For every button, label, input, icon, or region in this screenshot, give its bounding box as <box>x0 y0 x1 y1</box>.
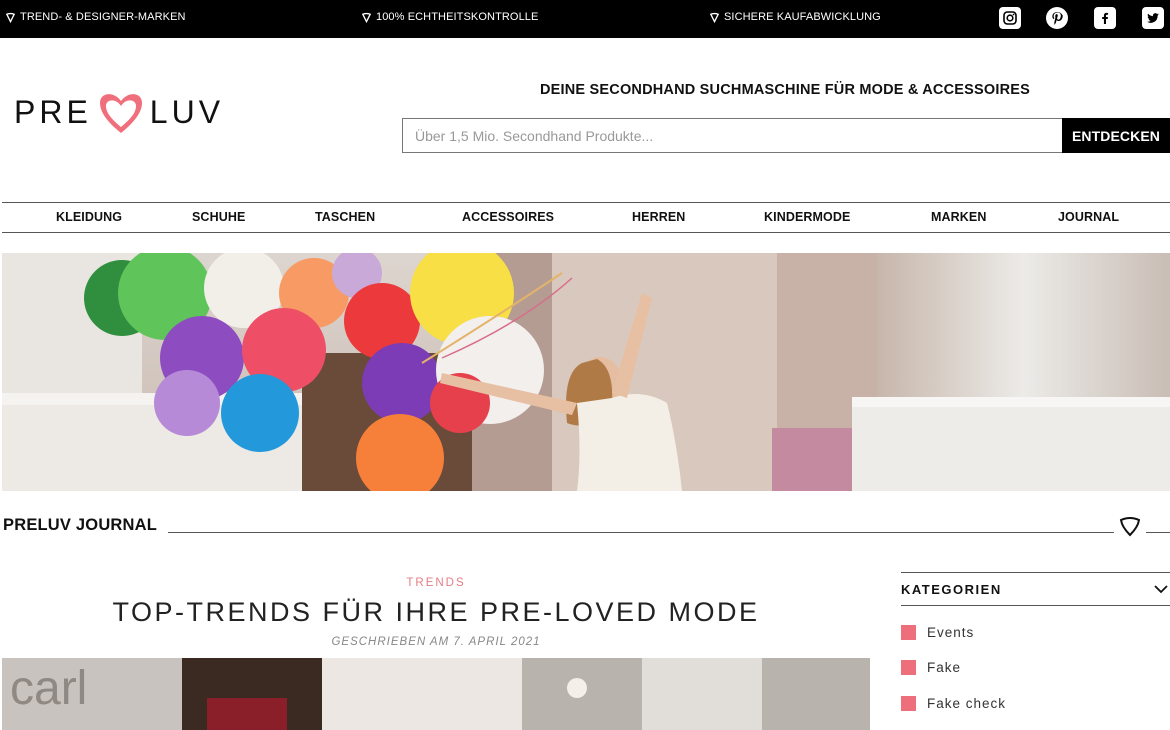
usp-item-secure: SICHERE KAUFABWICKLUNG <box>709 11 881 23</box>
pinterest-icon[interactable] <box>1046 7 1068 29</box>
nav-item-journal[interactable]: JOURNAL <box>1058 210 1119 224</box>
article-category[interactable]: TRENDS <box>0 577 872 589</box>
category-item[interactable]: Fake <box>901 658 961 676</box>
hero-banner[interactable] <box>2 253 1170 491</box>
nav-item-taschen[interactable]: TASCHEN <box>315 210 375 224</box>
divider-line <box>168 532 1114 533</box>
usp-label: TREND- & DESIGNER-MARKEN <box>20 11 186 23</box>
heart-logo-icon <box>99 94 142 133</box>
usp-item-authenticity: 100% ECHTHEITSKONTROLLE <box>361 11 538 23</box>
heart-icon <box>361 12 372 23</box>
logo-text-right: LUV <box>149 93 225 130</box>
article-date: GESCHRIEBEN AM 7. APRIL 2021 <box>331 636 541 648</box>
categories-title: KATEGORIEN <box>901 582 1002 597</box>
usp-label: SICHERE KAUFABWICKLUNG <box>724 11 881 23</box>
heart-icon <box>709 12 720 23</box>
category-item[interactable]: Fake check <box>901 694 1006 712</box>
hero-image <box>2 253 1170 491</box>
nav-item-marken[interactable]: MARKEN <box>931 210 986 224</box>
categories-header[interactable]: KATEGORIEN <box>901 572 1170 606</box>
category-marker <box>901 695 916 711</box>
site-logo[interactable]: PRE LUV <box>14 88 224 136</box>
search-input[interactable] <box>402 118 1062 153</box>
usp-label: 100% ECHTHEITSKONTROLLE <box>376 11 539 23</box>
facebook-icon[interactable] <box>1094 7 1116 29</box>
article-title[interactable]: TOP-TRENDS FÜR IHRE PRE-LOVED MODE <box>0 597 872 628</box>
logo-text-left: PRE <box>14 93 92 130</box>
nav-item-kleidung[interactable]: KLEIDUNG <box>56 210 122 224</box>
nav-item-schuhe[interactable]: SCHUHE <box>192 210 245 224</box>
svg-text:carl: carl <box>10 662 87 715</box>
site-tagline: DEINE SECONDHAND SUCHMASCHINE FÜR MODE &… <box>539 82 1030 98</box>
category-item[interactable]: Events <box>901 623 974 641</box>
top-bar: TREND- & DESIGNER-MARKEN 100% ECHTHEITSK… <box>0 0 1170 38</box>
category-label: Fake check <box>927 695 1007 711</box>
twitter-icon[interactable] <box>1142 7 1164 29</box>
nav-item-kindermode[interactable]: KINDERMODE <box>764 210 850 224</box>
heart-icon <box>1119 517 1141 537</box>
heart-icon <box>5 12 16 23</box>
category-label: Fake <box>927 659 962 675</box>
search-button[interactable]: ENTDECKEN <box>1062 118 1170 153</box>
nav-item-herren[interactable]: HERREN <box>632 210 685 224</box>
instagram-icon[interactable] <box>999 7 1021 29</box>
journal-title: PRELUV JOURNAL <box>3 516 158 534</box>
usp-item-brands: TREND- & DESIGNER-MARKEN <box>5 11 186 23</box>
article-photo: carl <box>2 658 870 730</box>
main-nav: KLEIDUNG SCHUHE TASCHEN ACCESSOIRES HERR… <box>2 202 1170 233</box>
chevron-down-icon <box>1154 585 1168 594</box>
nav-item-accessoires[interactable]: ACCESSOIRES <box>462 210 554 224</box>
category-marker <box>901 659 916 675</box>
category-label: Events <box>927 624 975 640</box>
divider-line <box>1146 532 1170 533</box>
category-marker <box>901 624 916 640</box>
article-image[interactable]: carl <box>2 658 870 730</box>
